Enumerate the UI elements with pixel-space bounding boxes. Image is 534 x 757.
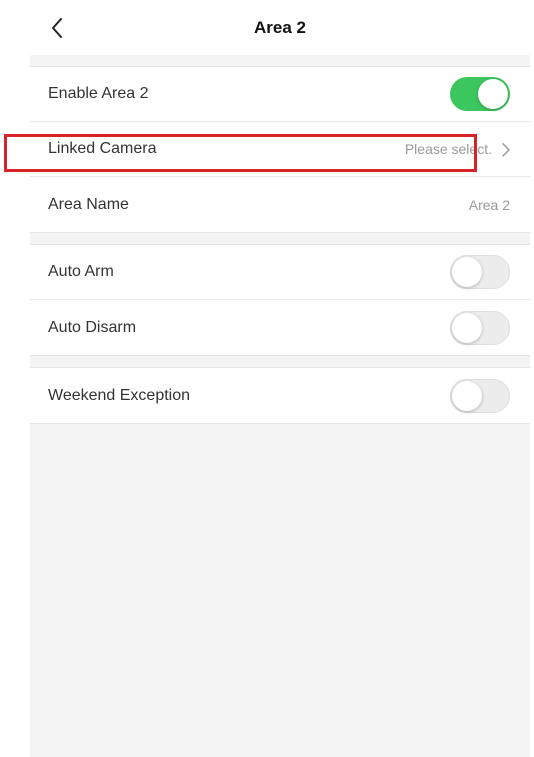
header-bar: Area 2 (30, 0, 530, 55)
toggle-knob (478, 79, 508, 109)
settings-screen: Area 2 Enable Area 2 Linked Camera Pleas… (30, 0, 530, 757)
area-name-row[interactable]: Area Name Area 2 (30, 177, 530, 232)
area-settings-group: Enable Area 2 Linked Camera Please selec… (30, 66, 530, 233)
area-name-label: Area Name (48, 195, 129, 213)
linked-camera-value: Please select. (405, 141, 510, 157)
toggle-knob (452, 257, 482, 287)
weekend-exception-label: Weekend Exception (48, 386, 191, 404)
area-name-value: Area 2 (468, 196, 510, 213)
page-title: Area 2 (254, 18, 306, 37)
linked-camera-row[interactable]: Linked Camera Please select. (30, 122, 530, 177)
toggle-knob (452, 312, 482, 343)
auto-arm-toggle[interactable] (450, 255, 510, 289)
arm-settings-group: Auto Arm Auto Disarm (30, 244, 530, 356)
weekend-exception-row: Weekend Exception (30, 368, 530, 423)
enable-area-toggle[interactable] (450, 77, 510, 111)
enable-area-row: Enable Area 2 (30, 67, 530, 122)
auto-disarm-row: Auto Disarm (30, 300, 530, 355)
linked-camera-label: Linked Camera (48, 140, 157, 157)
enable-area-label: Enable Area 2 (48, 85, 149, 102)
linked-camera-placeholder: Please select. (404, 140, 492, 157)
chevron-right-icon (502, 143, 510, 157)
weekend-exception-toggle[interactable] (450, 378, 510, 413)
auto-arm-row: Auto Arm (30, 245, 530, 300)
toggle-knob (452, 380, 482, 411)
weekend-settings-group: Weekend Exception (30, 367, 530, 424)
auto-disarm-label: Auto Disarm (48, 318, 137, 336)
auto-disarm-toggle[interactable] (450, 310, 510, 345)
auto-arm-label: Auto Arm (48, 263, 114, 280)
